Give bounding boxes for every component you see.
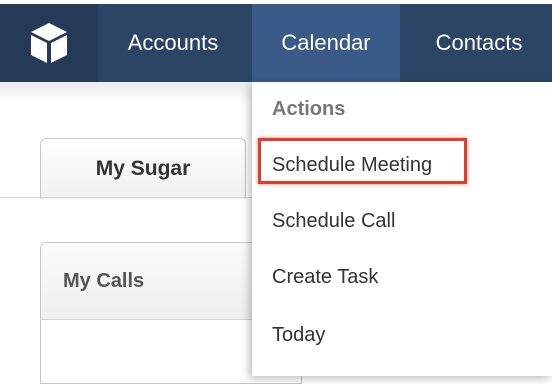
nav-contacts[interactable]: Contacts — [406, 4, 552, 82]
nav-calendar-label: Calendar — [281, 30, 371, 55]
dropdown-heading: Actions — [272, 98, 346, 120]
tab-my-sugar-label: My Sugar — [95, 157, 191, 180]
menu-item-today[interactable]: Today — [272, 324, 325, 347]
nav-accounts-label: Accounts — [127, 30, 219, 55]
home-logo[interactable] — [0, 4, 98, 82]
dashlet-title: My Calls — [63, 269, 145, 292]
tab-my-sugar[interactable]: My Sugar — [40, 138, 246, 199]
nav-accounts[interactable]: Accounts — [98, 4, 248, 82]
nav-contacts-label: Contacts — [435, 30, 523, 55]
nav-calendar[interactable]: Calendar — [252, 4, 400, 82]
top-navigation-bar: Accounts Calendar Contacts — [0, 4, 552, 82]
menu-item-create-task[interactable]: Create Task — [272, 266, 378, 289]
menu-item-schedule-meeting[interactable]: Schedule Meeting — [272, 154, 432, 177]
menu-item-schedule-call[interactable]: Schedule Call — [272, 210, 395, 233]
cube-logo-icon — [31, 23, 67, 63]
calendar-dropdown-menu: Actions Schedule Meeting Schedule Call C… — [252, 82, 552, 376]
